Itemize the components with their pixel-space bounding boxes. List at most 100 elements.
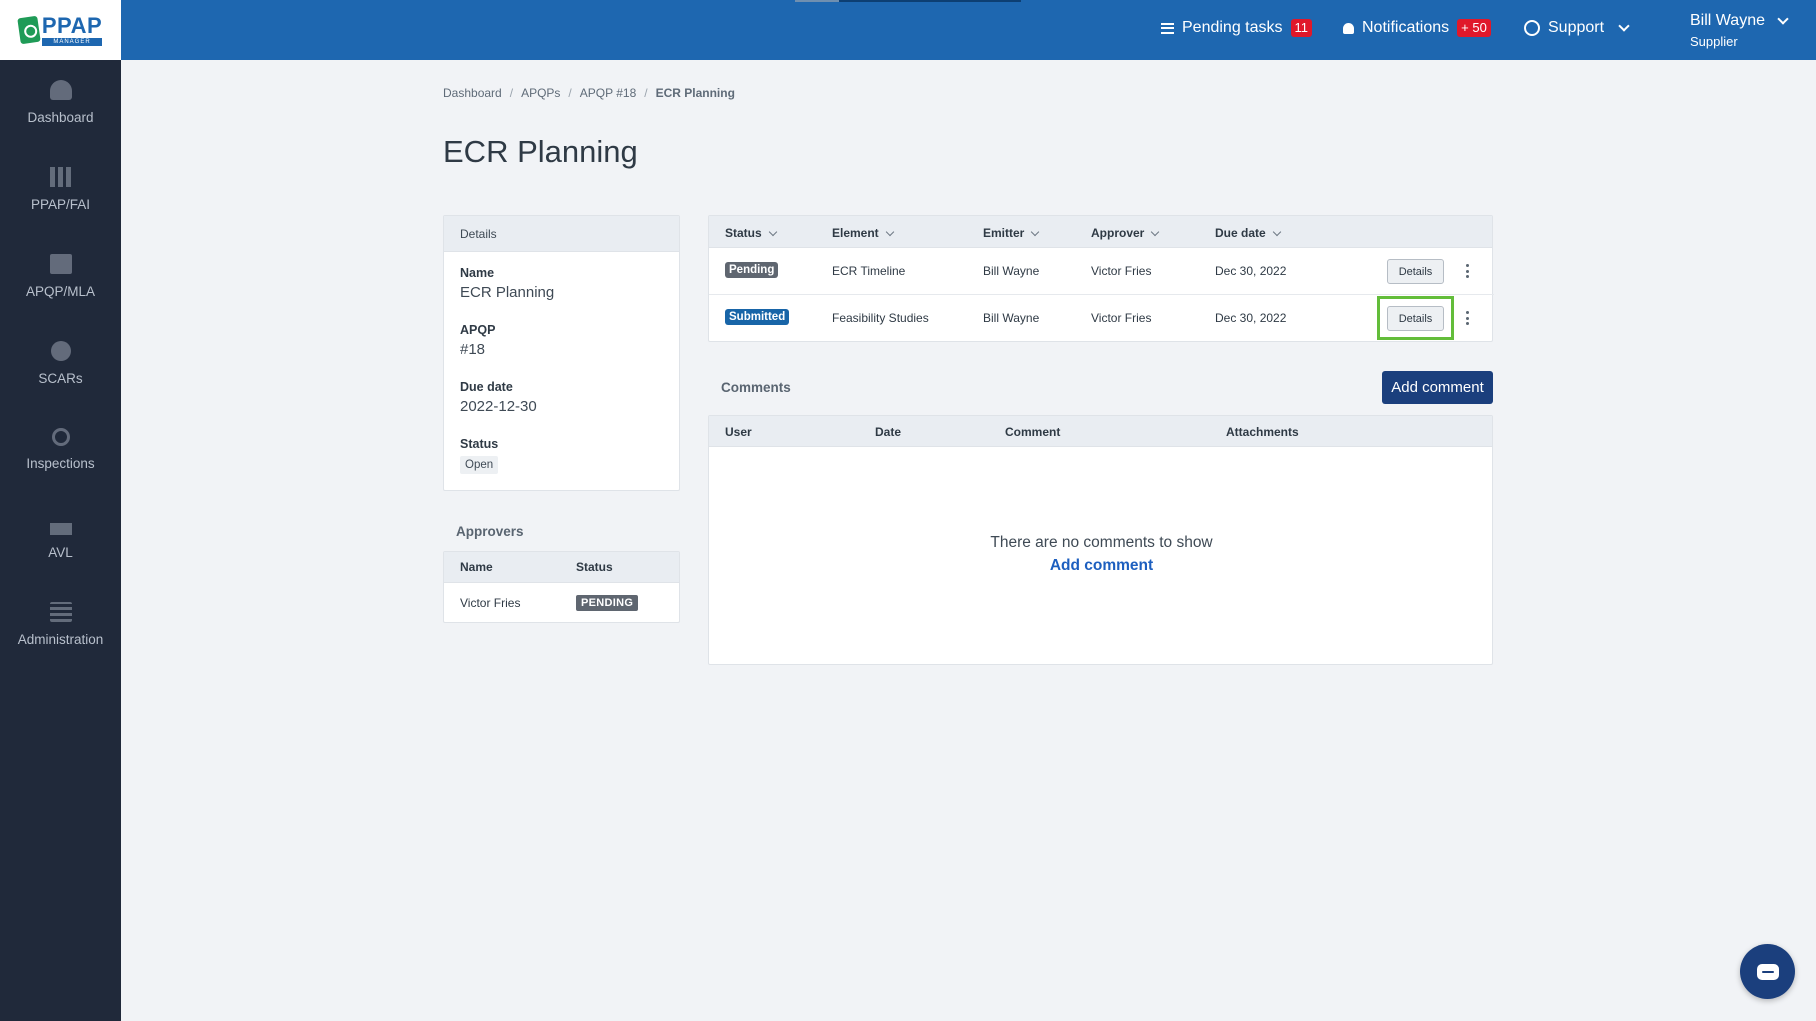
- details-card-header: Details: [444, 216, 679, 252]
- sidebar-item-scars[interactable]: SCARs: [0, 341, 121, 411]
- apqp-field: APQP #18: [460, 323, 495, 358]
- column-header-label: Element: [832, 226, 879, 240]
- factory-icon: [49, 515, 72, 535]
- document-icon: [49, 254, 72, 274]
- sort-chevron-icon: [768, 227, 777, 236]
- support-label: Support: [1548, 19, 1605, 36]
- sidebar-item-apqp-mla[interactable]: APQP/MLA: [0, 254, 121, 324]
- badge-8d-icon: [50, 341, 71, 361]
- table-row: Victor Fries PENDING: [444, 583, 679, 623]
- pending-tasks-label: Pending tasks: [1182, 19, 1283, 36]
- column-header-label: Emitter: [983, 226, 1025, 240]
- headset-icon: [1524, 20, 1540, 36]
- table-icon: [49, 602, 72, 622]
- user-menu[interactable]: Bill Wayne Supplier: [1690, 12, 1789, 49]
- details-button[interactable]: Details: [1387, 259, 1444, 284]
- user-name: Bill Wayne: [1690, 12, 1765, 29]
- approvers-table-header: Name Status: [444, 552, 679, 583]
- column-header-emitter[interactable]: Emitter: [983, 226, 1040, 240]
- sidebar-item-administration[interactable]: Administration: [0, 602, 121, 672]
- details-button[interactable]: Details: [1387, 306, 1444, 331]
- sidebar-item-label: SCARs: [38, 371, 83, 386]
- approver-status-badge: PENDING: [576, 595, 639, 611]
- breadcrumb-separator: /: [644, 86, 648, 100]
- user-role: Supplier: [1690, 34, 1738, 49]
- comments-table-header: User Date Comment Attachments: [709, 416, 1492, 447]
- column-header-comment: Comment: [1005, 425, 1061, 439]
- column-header-element[interactable]: Element: [832, 226, 894, 240]
- pending-tasks-badge: 11: [1290, 19, 1313, 37]
- sidebar-item-dashboard[interactable]: Dashboard: [0, 80, 121, 150]
- more-options-icon[interactable]: [1466, 311, 1469, 325]
- name-value: ECR Planning: [460, 284, 555, 301]
- sidebar-item-label: PPAP/FAI: [30, 197, 91, 212]
- chevron-down-icon: [1777, 13, 1789, 25]
- status-field: Status Open: [460, 437, 498, 474]
- pending-tasks-link[interactable]: Pending tasks 11: [1161, 19, 1313, 37]
- due-date-field: Due date 2022-12-30: [460, 380, 537, 415]
- task-emitter: Bill Wayne: [983, 311, 1040, 325]
- tasks-table-header: Status Element Emitter Approver Due date: [709, 216, 1492, 248]
- column-header-user: User: [725, 425, 752, 439]
- empty-state-text: There are no comments to show: [990, 534, 1213, 551]
- notifications-badge: + 50: [1457, 19, 1491, 37]
- column-header-approver[interactable]: Approver: [1091, 226, 1160, 240]
- status-label: Status: [460, 437, 499, 451]
- column-header-name: Name: [460, 560, 493, 574]
- sort-chevron-icon: [885, 227, 894, 236]
- apqp-value: #18: [460, 341, 486, 358]
- list-icon: [1161, 22, 1174, 34]
- empty-state-add-comment-link[interactable]: Add comment: [709, 557, 1494, 575]
- gauge-icon: [49, 80, 72, 100]
- chat-button[interactable]: [1740, 944, 1795, 999]
- comments-table: User Date Comment Attachments There are …: [708, 415, 1493, 665]
- task-due-date: Dec 30, 2022: [1215, 264, 1287, 278]
- details-card: Details Name ECR Planning APQP #18 Due d…: [443, 215, 680, 491]
- sidebar-item-ppap-fai[interactable]: PPAP/FAI: [0, 167, 121, 237]
- due-date-label: Due date: [460, 380, 513, 394]
- breadcrumb-apqp[interactable]: APQP #18: [580, 86, 636, 100]
- sidebar-item-inspections[interactable]: Inspections: [0, 428, 121, 498]
- breadcrumb-dashboard[interactable]: Dashboard: [443, 86, 502, 100]
- name-field: Name ECR Planning: [460, 266, 554, 301]
- sidebar-item-label: Administration: [17, 632, 104, 647]
- more-options-icon[interactable]: [1466, 264, 1469, 278]
- approvers-table: Name Status Victor Fries PENDING: [443, 551, 680, 623]
- chat-icon: [1756, 963, 1779, 980]
- task-due-date: Dec 30, 2022: [1215, 311, 1287, 325]
- apqp-label: APQP: [460, 323, 496, 337]
- column-header-due-date[interactable]: Due date: [1215, 226, 1281, 240]
- task-emitter: Bill Wayne: [983, 264, 1040, 278]
- breadcrumb-separator: /: [509, 86, 514, 100]
- sidebar-item-avl[interactable]: AVL: [0, 515, 121, 585]
- column-header-date: Date: [875, 425, 902, 439]
- task-element: Feasibility Studies: [832, 311, 929, 325]
- column-header-status[interactable]: Status: [725, 226, 777, 240]
- sort-chevron-icon: [1151, 227, 1160, 236]
- logo[interactable]: PPAP MANAGER: [0, 0, 121, 60]
- column-header-attachments: Attachments: [1226, 425, 1299, 439]
- task-approver: Victor Fries: [1091, 264, 1152, 278]
- table-row: Submitted Feasibility Studies Bill Wayne…: [709, 295, 1494, 342]
- logo-subtitle: MANAGER: [41, 37, 103, 46]
- sidebar-item-label: Inspections: [26, 456, 95, 471]
- notifications-link[interactable]: Notifications + 50: [1343, 19, 1491, 37]
- breadcrumb-apqps[interactable]: APQPs: [521, 86, 560, 100]
- comments-title: Comments: [721, 380, 791, 395]
- approvers-title: Approvers: [456, 524, 524, 539]
- name-label: Name: [460, 266, 495, 280]
- inspection-icon: [51, 428, 70, 446]
- support-menu[interactable]: Support: [1524, 19, 1630, 37]
- logo-title: PPAP: [41, 12, 103, 38]
- breadcrumb: Dashboard / APQPs / APQP #18 / ECR Plann…: [443, 86, 735, 100]
- approver-name: Victor Fries: [460, 596, 521, 610]
- breadcrumb-separator: /: [568, 86, 572, 100]
- chevron-down-icon: [1618, 20, 1630, 32]
- sidebar-item-label: AVL: [48, 545, 73, 560]
- sort-chevron-icon: [1031, 227, 1040, 236]
- column-header-label: Approver: [1091, 226, 1145, 240]
- add-comment-button[interactable]: Add comment: [1382, 371, 1493, 404]
- task-approver: Victor Fries: [1091, 311, 1152, 325]
- top-navbar: PPAP MANAGER Pending tasks 11 Notificati…: [0, 0, 1816, 60]
- status-badge: Open: [460, 456, 499, 474]
